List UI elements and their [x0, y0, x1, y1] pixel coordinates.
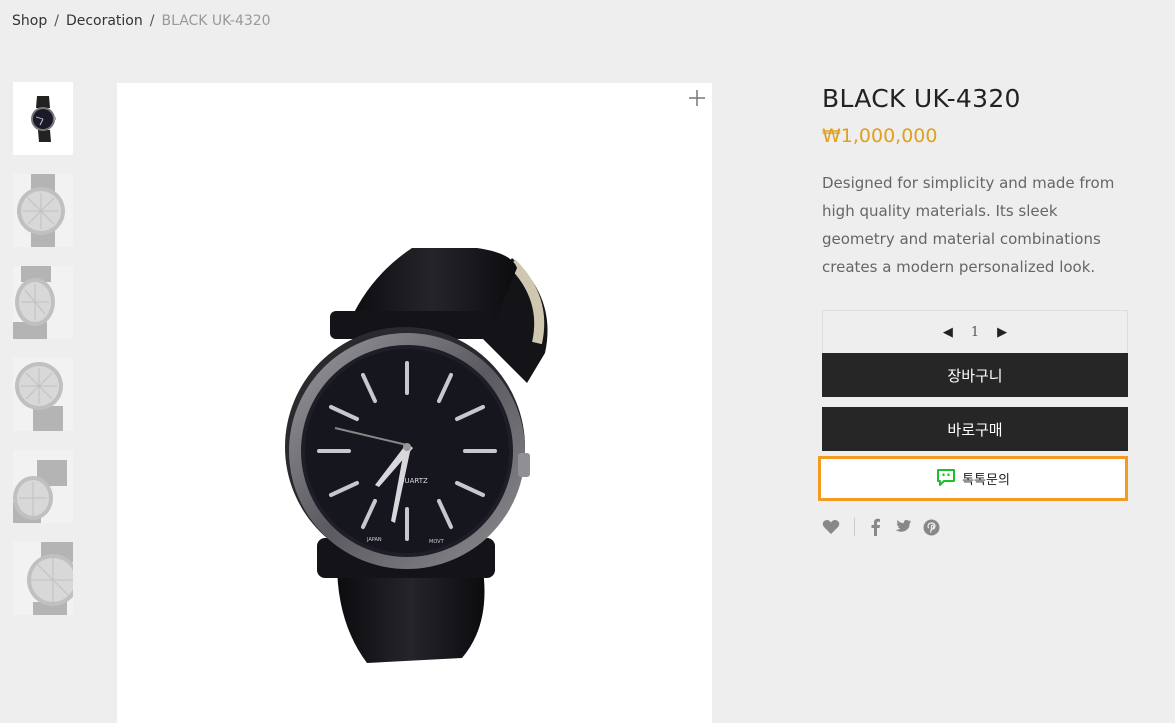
- twitter-icon[interactable]: [893, 519, 911, 535]
- dial-right-text: MOVT: [429, 539, 445, 545]
- quantity-stepper: ◀ 1 ▶: [822, 310, 1128, 354]
- dial-brand-text: QUARTZ: [399, 477, 428, 485]
- talk-inquiry-button[interactable]: 톡톡문의: [818, 456, 1128, 501]
- thumbnail-item[interactable]: [13, 174, 73, 247]
- pinterest-icon[interactable]: [923, 519, 940, 536]
- product-title: BLACK UK-4320: [822, 84, 1021, 113]
- breadcrumb-decoration[interactable]: Decoration: [66, 13, 143, 29]
- thumbnail-item[interactable]: [13, 358, 73, 431]
- decrease-quantity-icon[interactable]: ◀: [943, 325, 953, 340]
- divider: [854, 518, 855, 536]
- breadcrumb-separator: /: [54, 13, 59, 29]
- thumbnail-item[interactable]: [13, 82, 73, 155]
- breadcrumb: Shop / Decoration / BLACK UK-4320: [12, 13, 271, 29]
- breadcrumb-separator: /: [149, 13, 155, 29]
- facebook-icon[interactable]: [869, 518, 881, 536]
- chat-bubble-icon: [936, 468, 956, 490]
- heart-icon[interactable]: [822, 519, 840, 535]
- product-info: BLACK UK-4320 ₩1,000,000 Designed for si…: [822, 84, 1128, 281]
- thumbnail-item[interactable]: [13, 450, 73, 523]
- talk-inquiry-label: 톡톡문의: [962, 473, 1010, 488]
- product-description: Designed for simplicity and made from hi…: [822, 174, 1115, 276]
- dial-left-text: JAPAN: [366, 537, 382, 543]
- watch-illustration: QUARTZ JAPAN MOVT: [285, 248, 548, 663]
- increase-quantity-icon[interactable]: ▶: [997, 325, 1007, 340]
- buy-now-button[interactable]: 바로구매: [822, 407, 1128, 451]
- product-price: ₩1,000,000: [822, 125, 938, 147]
- breadcrumb-current: BLACK UK-4320: [161, 13, 271, 29]
- product-main-image: QUARTZ JAPAN MOVT: [117, 83, 712, 723]
- quantity-value[interactable]: 1: [971, 325, 979, 340]
- social-actions: [822, 518, 940, 536]
- breadcrumb-shop[interactable]: Shop: [12, 13, 47, 29]
- thumbnail-item[interactable]: [13, 542, 73, 615]
- plus-icon[interactable]: [688, 89, 706, 107]
- add-to-cart-button[interactable]: 장바구니: [822, 353, 1128, 397]
- thumbnail-list: [13, 82, 73, 634]
- thumbnail-item[interactable]: [13, 266, 73, 339]
